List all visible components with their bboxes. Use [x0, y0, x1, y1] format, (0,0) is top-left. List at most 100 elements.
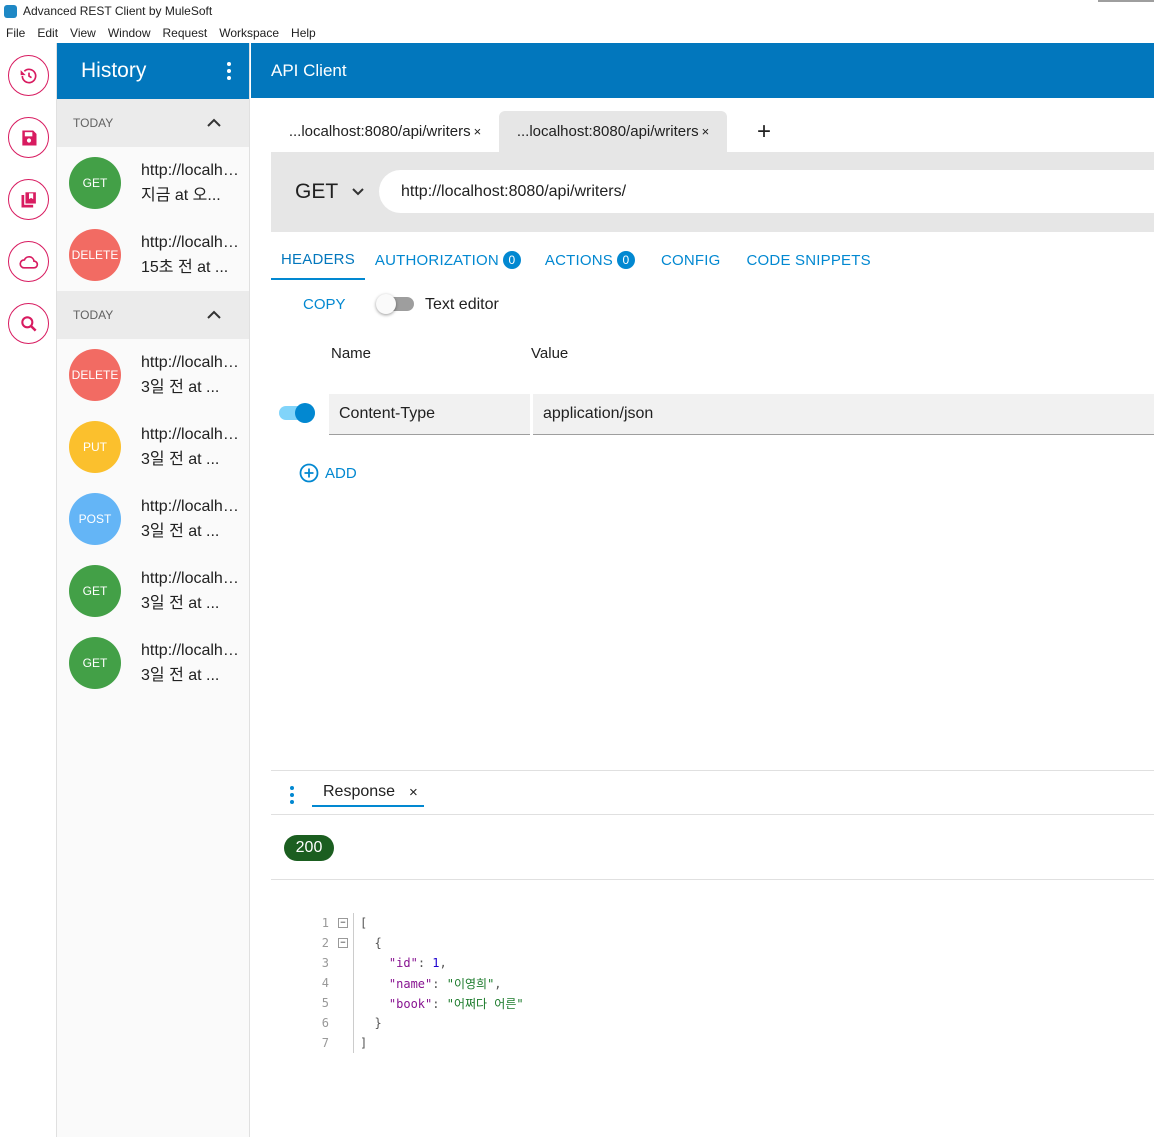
menu-view[interactable]: View — [70, 26, 96, 40]
history-time: 지금 at 오... — [141, 187, 221, 204]
count-badge: 0 — [616, 251, 635, 269]
response-tab[interactable]: Response × — [312, 779, 424, 807]
method-badge: POST — [69, 493, 121, 545]
tab-authorization[interactable]: AUTHORIZATION 0 — [365, 240, 531, 280]
json-value: 1 — [432, 956, 440, 970]
copy-button[interactable]: COPY — [303, 296, 346, 313]
text-editor-label: Text editor — [425, 296, 499, 313]
menu-window[interactable]: Window — [108, 26, 151, 40]
history-item[interactable]: POST http://localhost:8080/api/writers 3일… — [57, 483, 249, 555]
more-vert-icon[interactable] — [290, 786, 294, 804]
text-editor-toggle[interactable] — [376, 294, 414, 314]
chevron-up-icon[interactable] — [207, 118, 221, 128]
method-select[interactable]: GET — [295, 180, 364, 204]
menu-file[interactable]: File — [6, 26, 25, 40]
code-line: 1 − [ — [307, 913, 524, 933]
history-title: History — [81, 59, 147, 82]
json-key: "book" — [388, 996, 433, 1011]
history-group-header[interactable]: TODAY — [57, 291, 249, 339]
tab-code-snippets[interactable]: CODE SNIPPETS — [737, 240, 881, 280]
line-number: 5 — [321, 996, 329, 1010]
chevron-up-icon[interactable] — [207, 310, 221, 320]
json-key: "id" — [388, 956, 418, 970]
tab-label: HEADERS — [281, 250, 355, 268]
history-item[interactable]: DELETE http://localhost:8080/api/writers… — [57, 219, 249, 291]
code-text: "id": 1, — [388, 956, 447, 970]
status-badge: 200 — [284, 835, 334, 861]
history-url: http://localhost:8080/api/writers — [141, 354, 241, 371]
line-number: 7 — [321, 1036, 329, 1050]
window-titlebar: Advanced REST Client by MuleSoft — [0, 0, 1154, 22]
history-url: http://localhost:8080/api/writers — [141, 162, 241, 179]
header-enabled-toggle[interactable] — [279, 403, 315, 423]
history-url: http://localhost:8080/api/writers — [141, 234, 241, 251]
more-vert-icon[interactable] — [227, 62, 231, 80]
history-item[interactable]: PUT http://localhost:8080/api/writers 3일 … — [57, 411, 249, 483]
history-item[interactable]: GET http://localhost:8080/api/writers 3일 … — [57, 555, 249, 627]
close-icon[interactable]: × — [474, 124, 482, 139]
cloud-icon — [18, 255, 38, 269]
close-icon[interactable]: × — [702, 124, 710, 139]
menu-edit[interactable]: Edit — [37, 26, 58, 40]
saved-requests-icon — [21, 190, 37, 207]
history-item[interactable]: GET http://localhost:8080/api/writers 지금 … — [57, 147, 249, 219]
chevron-down-icon — [352, 188, 364, 196]
method-badge: DELETE — [69, 349, 121, 401]
json-key: "name" — [388, 976, 433, 991]
code-line: 7 ] — [307, 1033, 524, 1053]
history-icon — [20, 68, 36, 83]
code-text: ] — [360, 1036, 368, 1050]
response-code-view: 1 − [ 2 − { 3 "id": 1, 4 "name": "이영희", … — [307, 913, 524, 1053]
menu-request[interactable]: Request — [163, 26, 208, 40]
tab-label: AUTHORIZATION — [374, 251, 499, 269]
history-button[interactable] — [8, 55, 49, 96]
url-input[interactable] — [379, 170, 1154, 213]
window-controls[interactable] — [1098, 0, 1154, 2]
app-title: API Client — [271, 60, 347, 80]
menu-help[interactable]: Help — [291, 26, 316, 40]
request-tab[interactable]: ...localhost:8080/api/writers × — [271, 111, 499, 152]
divider — [271, 879, 1154, 880]
saved-requests-button[interactable] — [8, 179, 49, 220]
window-title: Advanced REST Client by MuleSoft — [23, 4, 213, 18]
tab-headers[interactable]: HEADERS — [271, 240, 365, 280]
code-text: { — [360, 936, 382, 950]
code-text: "name": "이영희", — [388, 976, 502, 991]
menu-workspace[interactable]: Workspace — [219, 26, 279, 40]
request-tabs: ...localhost:8080/api/writers × ...local… — [271, 111, 771, 152]
history-item[interactable]: DELETE http://localhost:8080/api/writers… — [57, 339, 249, 411]
request-tab-active[interactable]: ...localhost:8080/api/writers × — [499, 111, 727, 152]
group-label: TODAY — [73, 116, 114, 130]
history-url: http://localhost:8080/api/writers — [141, 570, 241, 587]
tab-config[interactable]: CONFIG — [651, 240, 731, 280]
history-url: http://localhost:8080/api/writers — [141, 426, 241, 443]
method-badge: GET — [69, 565, 121, 617]
history-panel: History TODAY GET http://localhost:8080/… — [57, 43, 250, 1137]
code-text: "book": "어쩌다 어른" — [388, 996, 524, 1011]
fold-icon[interactable]: − — [338, 918, 348, 928]
cloud-button[interactable] — [8, 241, 49, 282]
tab-label: CONFIG — [660, 251, 721, 269]
url-bar: GET — [271, 152, 1154, 232]
header-value-input[interactable] — [533, 394, 1154, 435]
method-badge: GET — [69, 637, 121, 689]
search-button[interactable] — [8, 303, 49, 344]
fold-icon[interactable]: − — [338, 938, 348, 948]
nav-rail — [0, 43, 57, 1137]
tab-actions[interactable]: ACTIONS 0 — [535, 240, 645, 280]
history-time: 3일 전 at ... — [141, 451, 220, 468]
history-group-header[interactable]: TODAY — [57, 99, 249, 147]
save-button[interactable] — [8, 117, 49, 158]
history-item[interactable]: GET http://localhost:8080/api/writers 3일 … — [57, 627, 249, 699]
app-icon — [4, 4, 17, 18]
history-url: http://localhost:8080/api/writers — [141, 498, 241, 515]
close-icon[interactable]: × — [409, 784, 418, 801]
add-header-button[interactable]: ADD — [299, 463, 357, 483]
add-tab-icon[interactable]: + — [757, 111, 771, 152]
history-time: 3일 전 at ... — [141, 667, 220, 684]
header-name-input[interactable] — [329, 394, 530, 435]
add-circle-icon — [299, 463, 319, 483]
line-number: 2 — [321, 936, 329, 950]
history-time: 15초 전 at ... — [141, 259, 229, 276]
main-panel: API Client ...localhost:8080/api/writers… — [251, 43, 1154, 1137]
